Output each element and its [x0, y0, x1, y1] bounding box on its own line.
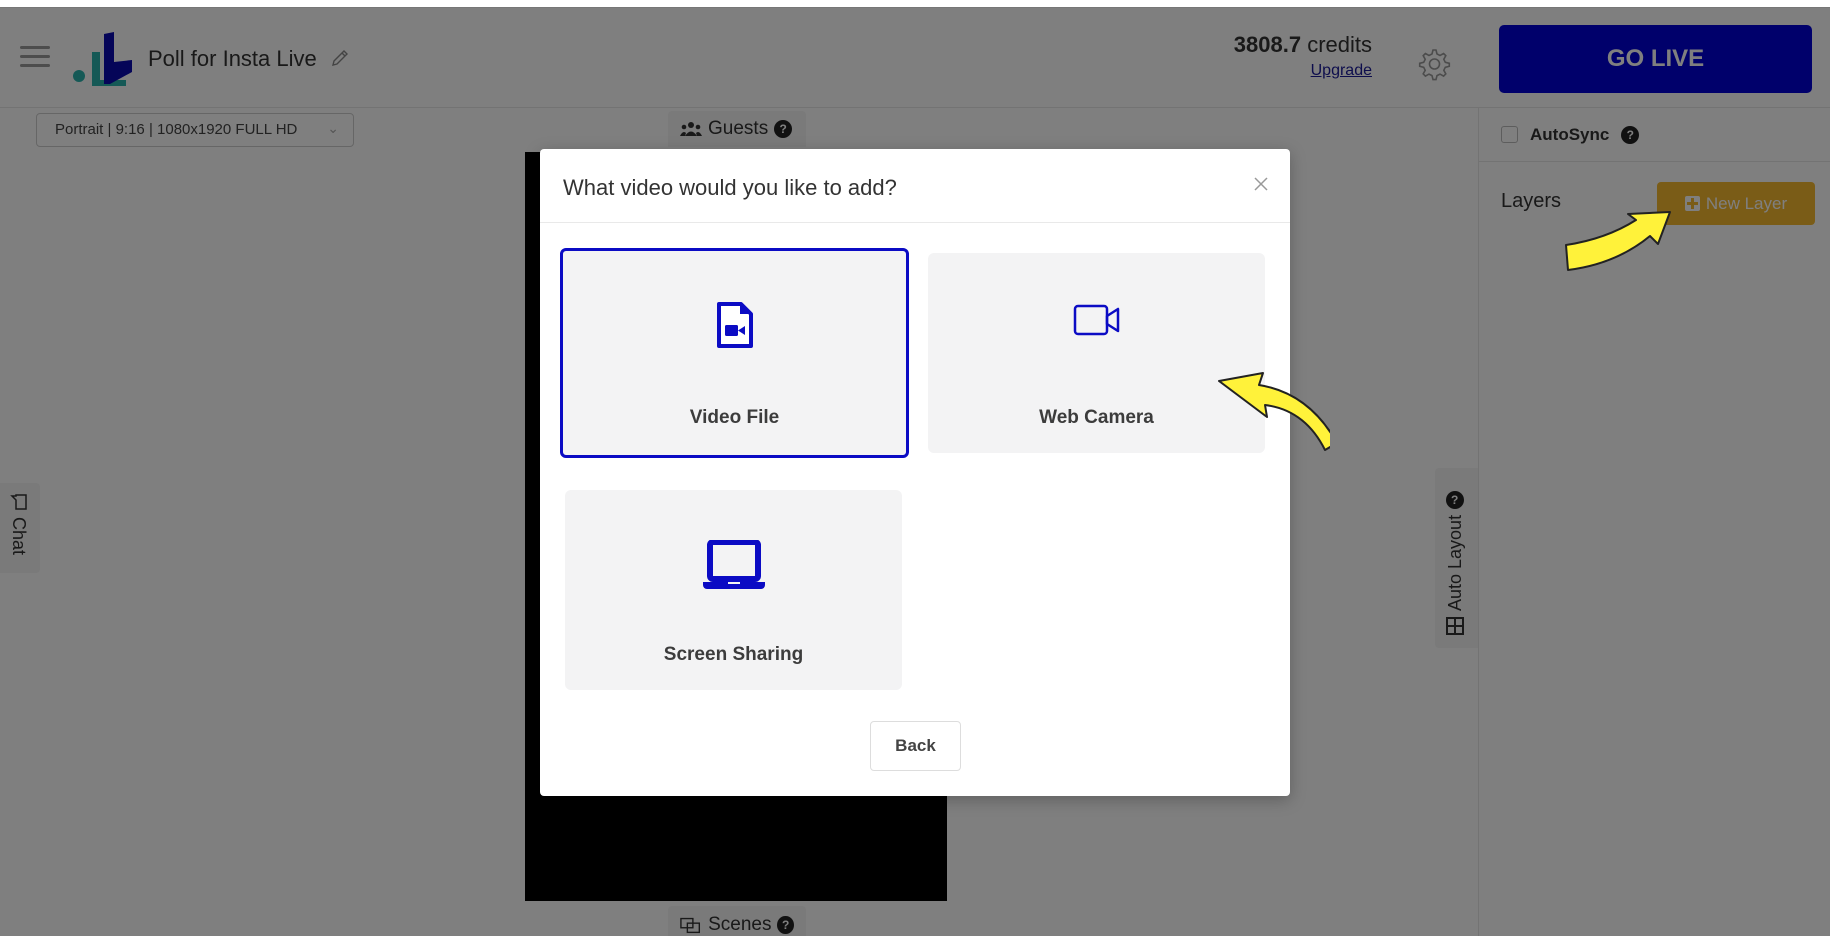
laptop-icon	[702, 540, 765, 589]
file-video-icon	[716, 302, 753, 348]
add-video-modal: What video would you like to add? Video …	[540, 149, 1290, 796]
option-label: Video File	[689, 407, 780, 428]
annotation-arrow-icon	[1218, 372, 1330, 451]
back-button[interactable]: Back	[870, 721, 961, 771]
modal-title: What video would you like to add?	[563, 175, 897, 200]
modal-header: What video would you like to add?	[540, 149, 1290, 223]
option-video-file[interactable]: Video File	[560, 248, 909, 458]
annotation-arrow-icon	[1565, 211, 1671, 271]
option-screen-sharing[interactable]: Screen Sharing	[565, 490, 902, 690]
close-icon[interactable]	[1252, 175, 1270, 193]
video-camera-icon	[1073, 304, 1119, 336]
option-label: Screen Sharing	[663, 644, 804, 665]
browser-top-edge	[0, 0, 1830, 8]
